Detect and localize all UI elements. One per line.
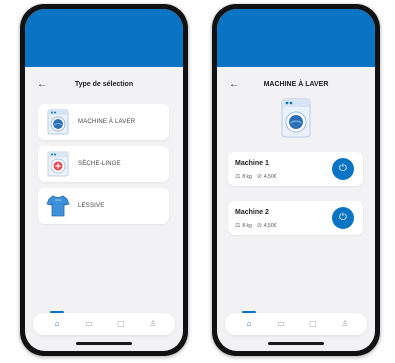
bottom-nav: ⌂ ▭ ▢ ♙ <box>225 311 367 335</box>
power-button[interactable]: ⏻ <box>332 207 354 229</box>
header: ← MACHINE À LAVER <box>217 77 375 93</box>
document-icon: ▭ <box>85 319 93 328</box>
power-icon: ⏻ <box>339 212 347 223</box>
home-indicator <box>268 342 324 345</box>
nav-home[interactable]: ⌂ <box>239 311 259 332</box>
home-indicator <box>76 342 132 345</box>
machine-weight: 8 kg <box>242 223 252 229</box>
document-icon: ▭ <box>277 319 285 328</box>
nav-wallet[interactable]: ▢ <box>111 316 131 332</box>
machine-price: 4,50€ <box>263 223 277 229</box>
phone-frame-right: ← MACHINE À LAVER Machine 1 ⚖ 8 kg ⊘ 4,50€ … <box>212 4 380 356</box>
nav-documents[interactable]: ▭ <box>79 316 99 332</box>
nav-profile[interactable]: ♙ <box>143 316 163 332</box>
price-tag-icon: ⊘ <box>256 174 262 180</box>
machine-meta: ⚖ 8 kg ⊘ 4,50€ <box>235 222 276 229</box>
machine-card[interactable]: Machine 1 ⚖ 8 kg ⊘ 4,50€ ⏻ <box>228 152 363 186</box>
page-title: MACHINE À LAVER <box>263 81 329 88</box>
price-tag-icon: ⊘ <box>256 223 262 229</box>
nav-profile[interactable]: ♙ <box>335 316 355 332</box>
home-icon: ⌂ <box>54 319 60 328</box>
phone-frame-left: ← Type de sélection MACHINE À LAVER SÈCH… <box>20 4 188 356</box>
machine-name: Machine 1 <box>235 160 269 167</box>
nav-wallet[interactable]: ▢ <box>303 316 323 332</box>
bottom-nav: ⌂ ▭ ▢ ♙ <box>33 311 175 335</box>
machine-meta: ⚖ 8 kg ⊘ 4,50€ <box>235 173 276 180</box>
page-title: Type de sélection <box>74 81 134 88</box>
washing-machine-icon <box>47 109 69 135</box>
option-detergent[interactable]: LESSIVE <box>38 188 169 224</box>
option-label: LESSIVE <box>78 203 105 209</box>
power-icon: ⏻ <box>339 163 347 174</box>
power-button[interactable]: ⏻ <box>332 158 354 180</box>
wallet-icon: ▢ <box>117 319 125 328</box>
machine-card[interactable]: Machine 2 ⚖ 8 kg ⊘ 4,50€ ⏻ <box>228 201 363 235</box>
user-icon: ♙ <box>149 319 157 328</box>
top-app-bar <box>217 9 375 67</box>
option-label: MACHINE À LAVER <box>78 119 136 125</box>
top-app-bar <box>25 9 183 67</box>
wallet-icon: ▢ <box>309 319 317 328</box>
washing-machine-icon <box>281 98 311 138</box>
weight-icon: ⚖ <box>235 174 241 180</box>
tshirt-icon <box>46 195 70 217</box>
dryer-icon <box>47 151 69 177</box>
weight-icon: ⚖ <box>235 223 241 229</box>
machine-name: Machine 2 <box>235 209 269 216</box>
nav-documents[interactable]: ▭ <box>271 316 291 332</box>
nav-home[interactable]: ⌂ <box>47 311 67 332</box>
option-washing-machine[interactable]: MACHINE À LAVER <box>38 104 169 140</box>
screen-machine-list: ← MACHINE À LAVER Machine 1 ⚖ 8 kg ⊘ 4,50€ … <box>217 9 375 351</box>
machine-price: 4,50€ <box>263 174 277 180</box>
option-label: SÈCHE-LINGE <box>78 161 121 167</box>
user-icon: ♙ <box>341 319 349 328</box>
machine-weight: 8 kg <box>242 174 252 180</box>
screen-type-selection: ← Type de sélection MACHINE À LAVER SÈCH… <box>25 9 183 351</box>
home-icon: ⌂ <box>246 319 252 328</box>
option-dryer[interactable]: SÈCHE-LINGE <box>38 146 169 182</box>
header: ← Type de sélection <box>25 77 183 93</box>
